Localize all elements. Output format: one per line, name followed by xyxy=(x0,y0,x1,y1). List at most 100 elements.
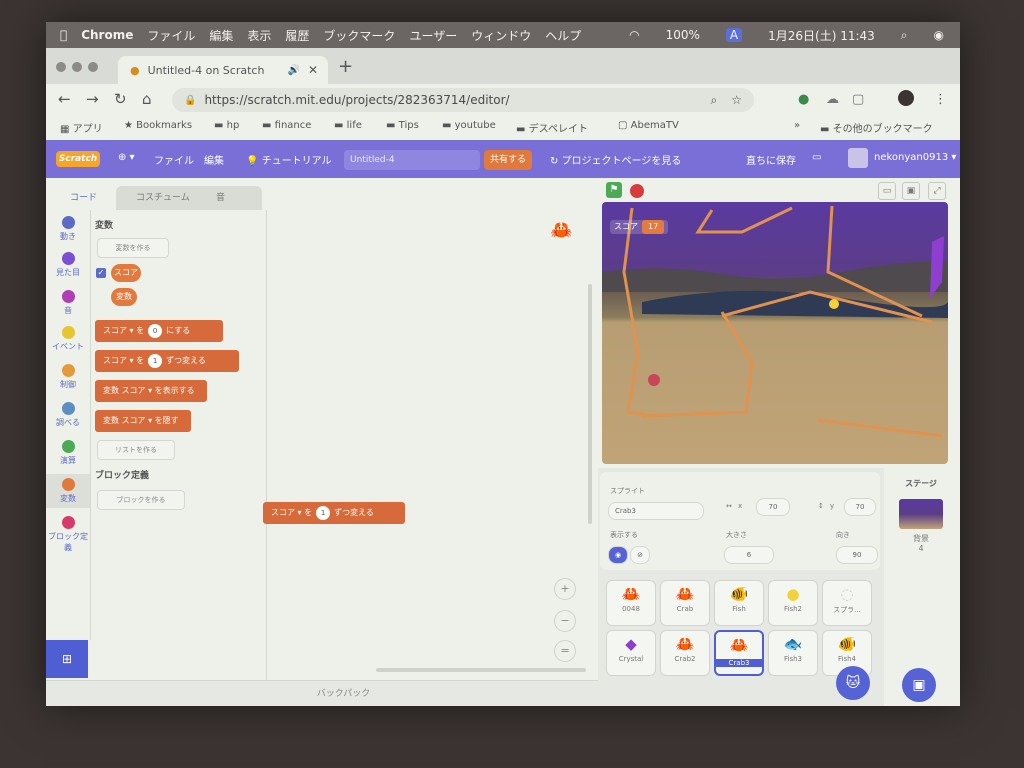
category-motion[interactable]: 動き xyxy=(46,216,90,242)
tips-bookmark[interactable]: ▬ Tips xyxy=(386,120,419,131)
show-visible-toggle[interactable]: ◉ xyxy=(608,546,628,564)
bookmarks-bookmark[interactable]: ★ Bookmarks xyxy=(124,120,192,131)
life-bookmark[interactable]: ▬ life xyxy=(334,120,362,131)
sprite-tile-crystal[interactable]: ◆ Crystal xyxy=(606,630,656,676)
sprite-name-input[interactable]: Crab3 xyxy=(608,502,704,520)
backdrop-thumbnail[interactable] xyxy=(899,499,943,529)
stop-icon[interactable] xyxy=(630,184,644,198)
category-my-blocks[interactable]: ブロック定義 xyxy=(46,516,90,553)
close-tab-icon[interactable]: ✕ xyxy=(308,63,318,77)
sprite-tile-sprite[interactable]: ◌ スプラ... xyxy=(822,580,872,626)
size-input[interactable]: 6 xyxy=(724,546,774,564)
battery-status[interactable]: 100% xyxy=(666,28,700,42)
hide-variable-block[interactable]: 変数 スコア ▾ を隠す xyxy=(95,410,191,432)
score-checkbox[interactable]: ✓ xyxy=(96,268,106,278)
evernote-extension-icon[interactable]: ● xyxy=(798,92,809,107)
code-workspace[interactable]: スコア ▾ を 1 ずつ変える xyxy=(263,210,641,680)
file-menu[interactable]: ファイル xyxy=(154,152,194,167)
zoom-window-button[interactable] xyxy=(88,62,98,72)
sprite-tile-crab3[interactable]: 🦀 Crab3 xyxy=(714,630,764,676)
apple-icon[interactable]:  xyxy=(60,28,67,42)
set-variable-block[interactable]: スコア ▾ を 0 にする xyxy=(95,320,223,342)
profile-avatar[interactable] xyxy=(898,90,914,106)
scratch-logo[interactable]: Scratch xyxy=(56,151,100,167)
tab-sounds[interactable]: 音 xyxy=(196,186,262,210)
menu-history[interactable]: 履歴 xyxy=(285,27,309,44)
stage-selector[interactable]: ステージ 背景 4 ▣ xyxy=(892,468,950,706)
menu-window[interactable]: ウィンドウ xyxy=(471,27,531,44)
hensu-variable-reporter[interactable]: 変数 xyxy=(111,288,137,306)
save-now-button[interactable]: 直ちに保存 xyxy=(746,152,796,167)
spotlight-icon[interactable]: ⌕ xyxy=(901,28,908,43)
x-input[interactable]: 70 xyxy=(756,498,790,516)
make-block-button[interactable]: ブロックを作る xyxy=(97,490,185,510)
sprite-tile-0048[interactable]: 🦀 0048 xyxy=(606,580,656,626)
clock[interactable]: 1月26日(土) 11:43 xyxy=(768,27,875,44)
app-name[interactable]: Chrome xyxy=(81,28,133,42)
menu-edit[interactable]: 編集 xyxy=(209,27,233,44)
sprite-tile-fish[interactable]: 🐠 Fish xyxy=(714,580,764,626)
menu-help[interactable]: ヘルプ xyxy=(545,27,581,44)
wifi-icon[interactable]: ◠ xyxy=(629,28,639,42)
menu-view[interactable]: 表示 xyxy=(247,27,271,44)
hp-bookmark[interactable]: ▬ hp xyxy=(214,120,239,131)
back-icon[interactable]: ← xyxy=(58,90,71,108)
other-bookmarks[interactable]: ▬ その他のブックマーク xyxy=(820,120,933,135)
finance-bookmark[interactable]: ▬ finance xyxy=(262,120,311,131)
category-sensing[interactable]: 調べる xyxy=(46,402,90,428)
workspace-horizontal-scrollbar[interactable] xyxy=(376,668,586,672)
project-title-input[interactable]: Untitled-4 xyxy=(344,150,480,170)
edit-menu[interactable]: 編集 xyxy=(204,152,224,167)
large-stage-icon[interactable]: ▣ xyxy=(902,182,920,200)
fullscreen-icon[interactable]: ⤢ xyxy=(928,182,946,200)
zoom-out-button[interactable]: − xyxy=(554,610,576,632)
my-stuff-folder-icon[interactable]: ▭ xyxy=(812,152,821,163)
category-sound[interactable]: 音 xyxy=(46,290,90,316)
stage-canvas[interactable]: スコア 17 xyxy=(602,202,948,464)
choose-sprite-button[interactable]: 🐱 xyxy=(836,666,870,700)
category-looks[interactable]: 見た目 xyxy=(46,252,90,278)
extension-icon[interactable]: ▢ xyxy=(852,92,864,107)
category-control[interactable]: 制御 xyxy=(46,364,90,390)
tutorial-menu[interactable]: 💡 チュートリアル xyxy=(246,152,332,167)
speaker-icon[interactable]: 🔊 xyxy=(287,65,299,76)
backpack-bar[interactable]: バックパック xyxy=(46,680,641,706)
new-tab-button[interactable]: + xyxy=(338,56,353,77)
green-flag-icon[interactable]: ⚑ xyxy=(606,182,622,198)
youtube-bookmark[interactable]: ▬ youtube xyxy=(442,120,496,131)
sprite-tile-crab[interactable]: 🦀 Crab xyxy=(660,580,710,626)
workspace-vertical-scrollbar[interactable] xyxy=(588,284,592,524)
share-button[interactable]: 共有する xyxy=(484,150,532,170)
user-avatar[interactable] xyxy=(848,148,868,168)
menu-bookmarks[interactable]: ブックマーク xyxy=(323,27,395,44)
search-icon[interactable]: ⌕ xyxy=(711,93,718,108)
see-project-page-button[interactable]: ↻ プロジェクトページを見る xyxy=(550,152,681,167)
make-variable-button[interactable]: 変数を作る xyxy=(97,238,169,258)
browser-tab[interactable]: ● Untitled-4 on Scratch 🔊 ✕ xyxy=(118,56,328,84)
bookmark-star-icon[interactable]: ☆ xyxy=(731,93,742,107)
y-input[interactable]: 70 xyxy=(844,498,876,516)
desperate-bookmark[interactable]: ▬ デスペレイト xyxy=(516,120,588,135)
workspace-change-variable-block[interactable]: スコア ▾ を 1 ずつ変える xyxy=(263,502,405,524)
zoom-in-button[interactable]: + xyxy=(554,578,576,600)
make-list-button[interactable]: リストを作る xyxy=(97,440,175,460)
reload-icon[interactable]: ↻ xyxy=(114,90,127,108)
zoom-reset-button[interactable]: = xyxy=(554,640,576,662)
score-monitor[interactable]: スコア 17 xyxy=(610,220,669,234)
apps-bookmark[interactable]: ▦ アプリ xyxy=(60,120,103,135)
add-extension-button[interactable]: ⊞ xyxy=(46,640,88,678)
sprite-tile-fish3[interactable]: 🐟 Fish3 xyxy=(768,630,818,676)
small-stage-icon[interactable]: ▭ xyxy=(878,182,896,200)
show-variable-block[interactable]: 変数 スコア ▾ を表示する xyxy=(95,380,207,402)
more-menu-icon[interactable]: ⋮ xyxy=(934,92,947,107)
sprite-tile-fish2[interactable]: ● Fish2 xyxy=(768,580,818,626)
siri-icon[interactable]: ◉ xyxy=(934,28,944,42)
direction-input[interactable]: 90 xyxy=(836,546,878,564)
change-variable-block[interactable]: スコア ▾ を 1 ずつ変える xyxy=(95,350,239,372)
category-events[interactable]: イベント xyxy=(46,326,90,352)
user-initial[interactable]: A xyxy=(725,28,743,42)
abematv-bookmark[interactable]: ▢ AbemaTV xyxy=(618,120,679,131)
username-menu[interactable]: nekonyan0913 ▾ xyxy=(874,152,956,163)
home-icon[interactable]: ⌂ xyxy=(142,90,152,108)
category-operators[interactable]: 演算 xyxy=(46,440,90,466)
